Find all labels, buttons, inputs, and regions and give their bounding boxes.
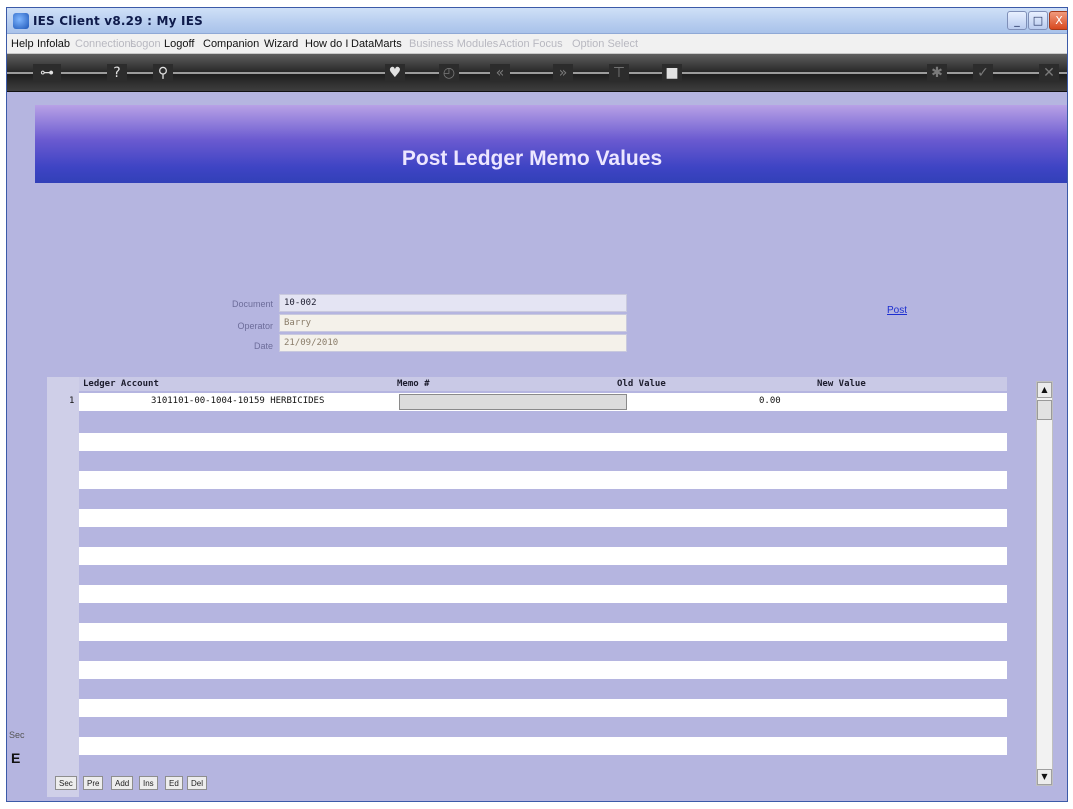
minimize-button[interactable]: _ [1007,11,1027,30]
page-title: Post Ledger Memo Values [401,147,663,170]
forward-icon[interactable]: » [553,64,573,82]
menu-connections: Connections [75,38,137,50]
menu-how-do-i[interactable]: How do I [305,38,348,50]
menu-action-focus: Action Focus [499,38,563,50]
table-row[interactable] [79,623,1007,641]
date-field[interactable]: 21/09/2010 [279,334,627,352]
cell-ledger-account: 3101101-00-1004-10159 HERBICIDES [151,396,325,406]
close-icon[interactable]: ✕ [1039,64,1059,82]
table-row[interactable] [79,737,1007,755]
menu-infolab[interactable]: Infolab [37,38,70,50]
title-bar[interactable]: IES Client v8.29 : My IES _ □ X [7,8,1067,34]
table-row[interactable] [79,471,1007,489]
grid-header: Ledger Account Memo # Old Value New Valu… [79,377,1007,391]
clock-icon[interactable]: ◴ [439,64,459,82]
menu-wizard[interactable]: Wizard [264,38,298,50]
side-stub-text: Sec [9,730,25,740]
page-banner: Post Ledger Memo Values [35,105,1067,183]
scroll-up-button[interactable]: ▲ [1037,382,1052,398]
del-button[interactable]: Del [187,776,208,790]
side-stub-mark: E [11,750,21,766]
check-icon[interactable]: ✓ [973,64,993,82]
pre-button[interactable]: Pre [83,776,104,790]
menu-business-modules: Business Modules [409,38,499,50]
menu-logoff[interactable]: Logoff [164,38,194,50]
key-icon[interactable]: ⊶ [33,64,61,82]
post-link[interactable]: Post [887,305,907,316]
table-row[interactable] [79,661,1007,679]
help-icon[interactable]: ? [107,64,127,82]
app-window: IES Client v8.29 : My IES _ □ X Help Inf… [6,7,1068,802]
row-number: 1 [69,396,75,406]
table-row[interactable] [79,547,1007,565]
back-icon[interactable]: « [490,64,510,82]
header-ledger-account[interactable]: Ledger Account [83,379,159,389]
table-row[interactable] [79,699,1007,717]
operator-field[interactable]: Barry [279,314,627,332]
row-number-column [47,377,79,797]
document-label: Document [231,299,273,309]
date-label: Date [253,341,273,351]
sec-button[interactable]: Sec [55,776,77,790]
close-button[interactable]: X [1049,11,1067,30]
heart-icon[interactable]: ♥ [385,64,405,82]
app-logo-icon [13,13,29,29]
operator-label: Operator [237,321,273,331]
ins-button[interactable]: Ins [139,776,158,790]
ledger-grid: Ledger Account Memo # Old Value New Valu… [47,377,1007,797]
table-row[interactable] [79,509,1007,527]
stop-icon[interactable]: ■ [662,64,682,82]
menu-logon: Logon [130,38,161,50]
menu-bar: Help Infolab Connections Logon Logoff Co… [7,34,1067,54]
search-icon[interactable]: ⚲ [153,64,173,82]
pin-icon[interactable]: ⊤ [609,64,629,82]
header-old-value[interactable]: Old Value [617,379,666,389]
header-new-value[interactable]: New Value [817,379,866,389]
memo-input[interactable] [399,394,627,410]
toolbar: ⊶ ? ⚲ ♥ ◴ « » ⊤ ■ ✱ ✓ ✕ [7,54,1067,92]
menu-companion[interactable]: Companion [203,38,259,50]
menu-option-select: Option Select [572,38,639,50]
scroll-down-button[interactable]: ▼ [1037,769,1052,785]
menu-datamarts[interactable]: DataMarts [351,38,402,50]
scroll-thumb[interactable] [1037,400,1052,420]
table-row[interactable] [79,585,1007,603]
menu-help[interactable]: Help [11,38,34,50]
maximize-button[interactable]: □ [1028,11,1048,30]
table-row[interactable]: 3101101-00-1004-10159 HERBICIDES 0.00 [79,393,1007,411]
settings-icon[interactable]: ✱ [927,64,947,82]
grid-scrollbar[interactable]: ▲ ▼ [1036,381,1053,786]
header-memo[interactable]: Memo # [397,379,430,389]
add-button[interactable]: Add [111,776,134,790]
document-field[interactable]: 10-002 [279,294,627,312]
ed-button[interactable]: Ed [165,776,183,790]
window-title: IES Client v8.29 : My IES [33,14,203,28]
cell-old-value: 0.00 [759,396,781,406]
table-row[interactable] [79,433,1007,451]
